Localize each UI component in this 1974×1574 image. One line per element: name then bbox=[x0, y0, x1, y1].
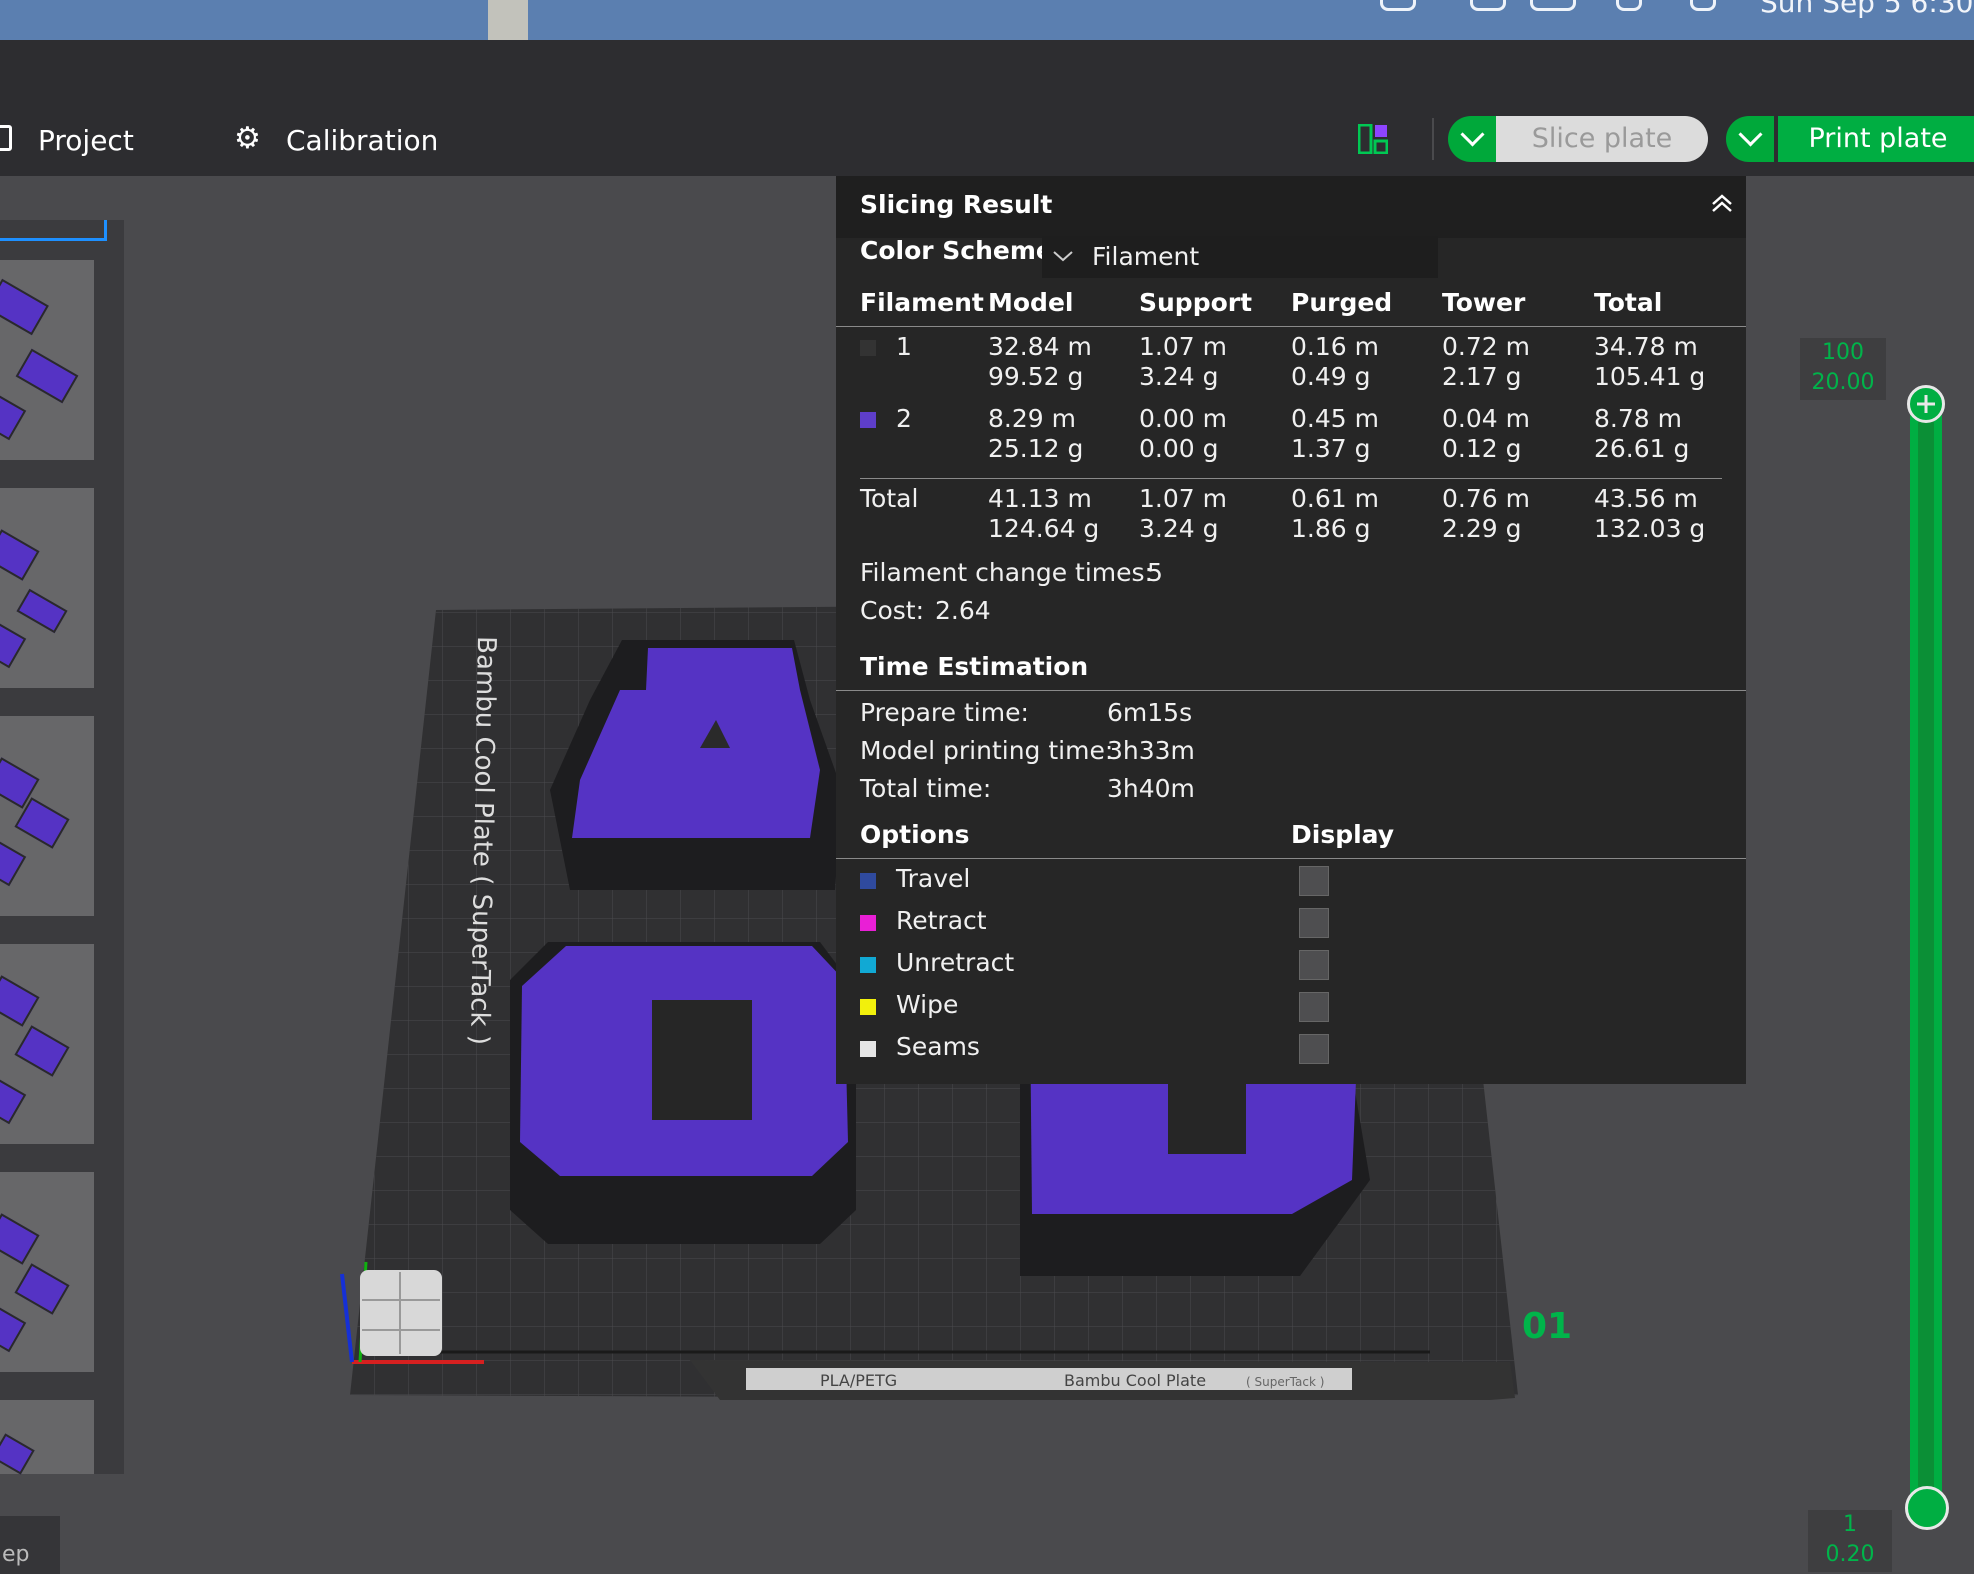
top-layer-height: 20.00 bbox=[1811, 370, 1875, 395]
totals-total-length: 43.56 m bbox=[1594, 484, 1698, 513]
filament-1-total-length: 34.78 m bbox=[1594, 332, 1698, 361]
filament-2-model-length: 8.29 m bbox=[988, 404, 1076, 433]
travel-display-checkbox[interactable] bbox=[1299, 866, 1329, 896]
totals-tower-length: 0.76 m bbox=[1442, 484, 1530, 513]
totals-tower-weight: 2.29 g bbox=[1442, 514, 1522, 543]
filament-2-purged-length: 0.45 m bbox=[1291, 404, 1379, 433]
filament-2-support-weight: 0.00 g bbox=[1139, 434, 1219, 463]
plate-strip-right-small-text: ( SuperTack ) bbox=[1246, 1375, 1324, 1389]
totals-purged-weight: 1.86 g bbox=[1291, 514, 1371, 543]
col-header-total: Total bbox=[1594, 288, 1663, 317]
model-printing-time-value: 3h33m bbox=[1107, 736, 1195, 765]
prepare-time-label: Prepare time: bbox=[860, 698, 1029, 727]
color-scheme-select[interactable]: Filament bbox=[1042, 236, 1438, 278]
options-title: Options bbox=[860, 820, 970, 849]
filament-2-swatch bbox=[860, 412, 876, 428]
top-layer-tooltip: 100 20.00 bbox=[1800, 338, 1886, 400]
layer-slider-bottom-handle[interactable] bbox=[1905, 1486, 1949, 1530]
filament-1-tower-weight: 2.17 g bbox=[1442, 362, 1522, 391]
filament-change-value: 5 bbox=[1147, 558, 1163, 587]
layer-slider-top-handle[interactable] bbox=[1907, 385, 1945, 423]
filament-1-purged-length: 0.16 m bbox=[1291, 332, 1379, 361]
color-scheme-label: Color Scheme bbox=[860, 236, 1053, 265]
filament-1-tower-length: 0.72 m bbox=[1442, 332, 1530, 361]
travel-swatch bbox=[860, 873, 876, 889]
slicing-result-panel: Slicing Result Color Scheme Filament Fil… bbox=[836, 176, 1746, 1084]
filament-2-id: 2 bbox=[896, 404, 912, 433]
totals-support-weight: 3.24 g bbox=[1139, 514, 1219, 543]
seams-display-checkbox[interactable] bbox=[1299, 1034, 1329, 1064]
filament-1-model-length: 32.84 m bbox=[988, 332, 1092, 361]
filament-2-total-weight: 26.61 g bbox=[1594, 434, 1690, 463]
col-header-filament: Filament bbox=[860, 288, 984, 317]
display-title: Display bbox=[1291, 820, 1395, 849]
time-estimation-title: Time Estimation bbox=[860, 652, 1089, 681]
col-header-support: Support bbox=[1139, 288, 1253, 317]
filament-1-purged-weight: 0.49 g bbox=[1291, 362, 1371, 391]
seams-swatch bbox=[860, 1041, 876, 1057]
filament-2-tower-length: 0.04 m bbox=[1442, 404, 1530, 433]
top-layer-number: 100 bbox=[1822, 340, 1864, 365]
chevron-down-icon bbox=[1053, 251, 1073, 262]
col-header-purged: Purged bbox=[1291, 288, 1393, 317]
totals-label: Total bbox=[860, 484, 919, 513]
wipe-swatch bbox=[860, 999, 876, 1015]
option-seams-label: Seams bbox=[896, 1032, 980, 1061]
retract-swatch bbox=[860, 915, 876, 931]
option-unretract-label: Unretract bbox=[896, 948, 1015, 977]
total-time-value: 3h40m bbox=[1107, 774, 1195, 803]
prepare-time-value: 6m15s bbox=[1107, 698, 1193, 727]
retract-display-checkbox[interactable] bbox=[1299, 908, 1329, 938]
layer-slider-range bbox=[1918, 402, 1934, 1512]
plate-strip-left-text: PLA/PETG bbox=[820, 1371, 897, 1390]
filament-2-model-weight: 25.12 g bbox=[988, 434, 1084, 463]
z-axis-line bbox=[340, 1273, 354, 1363]
collapse-chevron-icon[interactable] bbox=[1708, 190, 1736, 218]
option-travel-label: Travel bbox=[896, 864, 971, 893]
filament-2-support-length: 0.00 m bbox=[1139, 404, 1227, 433]
wipe-display-checkbox[interactable] bbox=[1299, 992, 1329, 1022]
plate-number: 01 bbox=[1522, 1306, 1573, 1347]
filament-2-tower-weight: 0.12 g bbox=[1442, 434, 1522, 463]
totals-model-length: 41.13 m bbox=[988, 484, 1092, 513]
bottom-layer-number: 1 bbox=[1843, 1512, 1857, 1537]
filament-change-label: Filament change times: bbox=[860, 558, 1153, 587]
total-time-label: Total time: bbox=[860, 774, 992, 803]
option-wipe-label: Wipe bbox=[896, 990, 959, 1019]
unretract-swatch bbox=[860, 957, 876, 973]
letter-c-notch bbox=[652, 1000, 752, 1120]
filament-1-total-weight: 105.41 g bbox=[1594, 362, 1706, 391]
totals-support-length: 1.07 m bbox=[1139, 484, 1227, 513]
col-header-tower: Tower bbox=[1442, 288, 1526, 317]
filament-1-id: 1 bbox=[896, 332, 912, 361]
bottom-layer-height: 0.20 bbox=[1825, 1542, 1875, 1567]
filament-1-support-weight: 3.24 g bbox=[1139, 362, 1219, 391]
plate-strip-right-text: Bambu Cool Plate bbox=[1064, 1371, 1206, 1390]
option-retract-label: Retract bbox=[896, 906, 987, 935]
totals-total-weight: 132.03 g bbox=[1594, 514, 1706, 543]
totals-purged-length: 0.61 m bbox=[1291, 484, 1379, 513]
col-header-model: Model bbox=[988, 288, 1074, 317]
filament-1-support-length: 1.07 m bbox=[1139, 332, 1227, 361]
filament-1-model-weight: 99.52 g bbox=[988, 362, 1084, 391]
unretract-display-checkbox[interactable] bbox=[1299, 950, 1329, 980]
cost-value: 2.64 bbox=[935, 596, 991, 625]
cost-label: Cost: bbox=[860, 596, 925, 625]
color-scheme-value: Filament bbox=[1092, 242, 1200, 271]
filament-1-swatch bbox=[860, 340, 876, 356]
totals-model-weight: 124.64 g bbox=[988, 514, 1100, 543]
plus-icon bbox=[1917, 395, 1935, 413]
bottom-layer-tooltip: 1 0.20 bbox=[1808, 1510, 1892, 1572]
filament-2-total-length: 8.78 m bbox=[1594, 404, 1682, 433]
slicing-result-title: Slicing Result bbox=[860, 190, 1053, 219]
model-printing-time-label: Model printing time: bbox=[860, 736, 1114, 765]
filament-2-purged-weight: 1.37 g bbox=[1291, 434, 1371, 463]
